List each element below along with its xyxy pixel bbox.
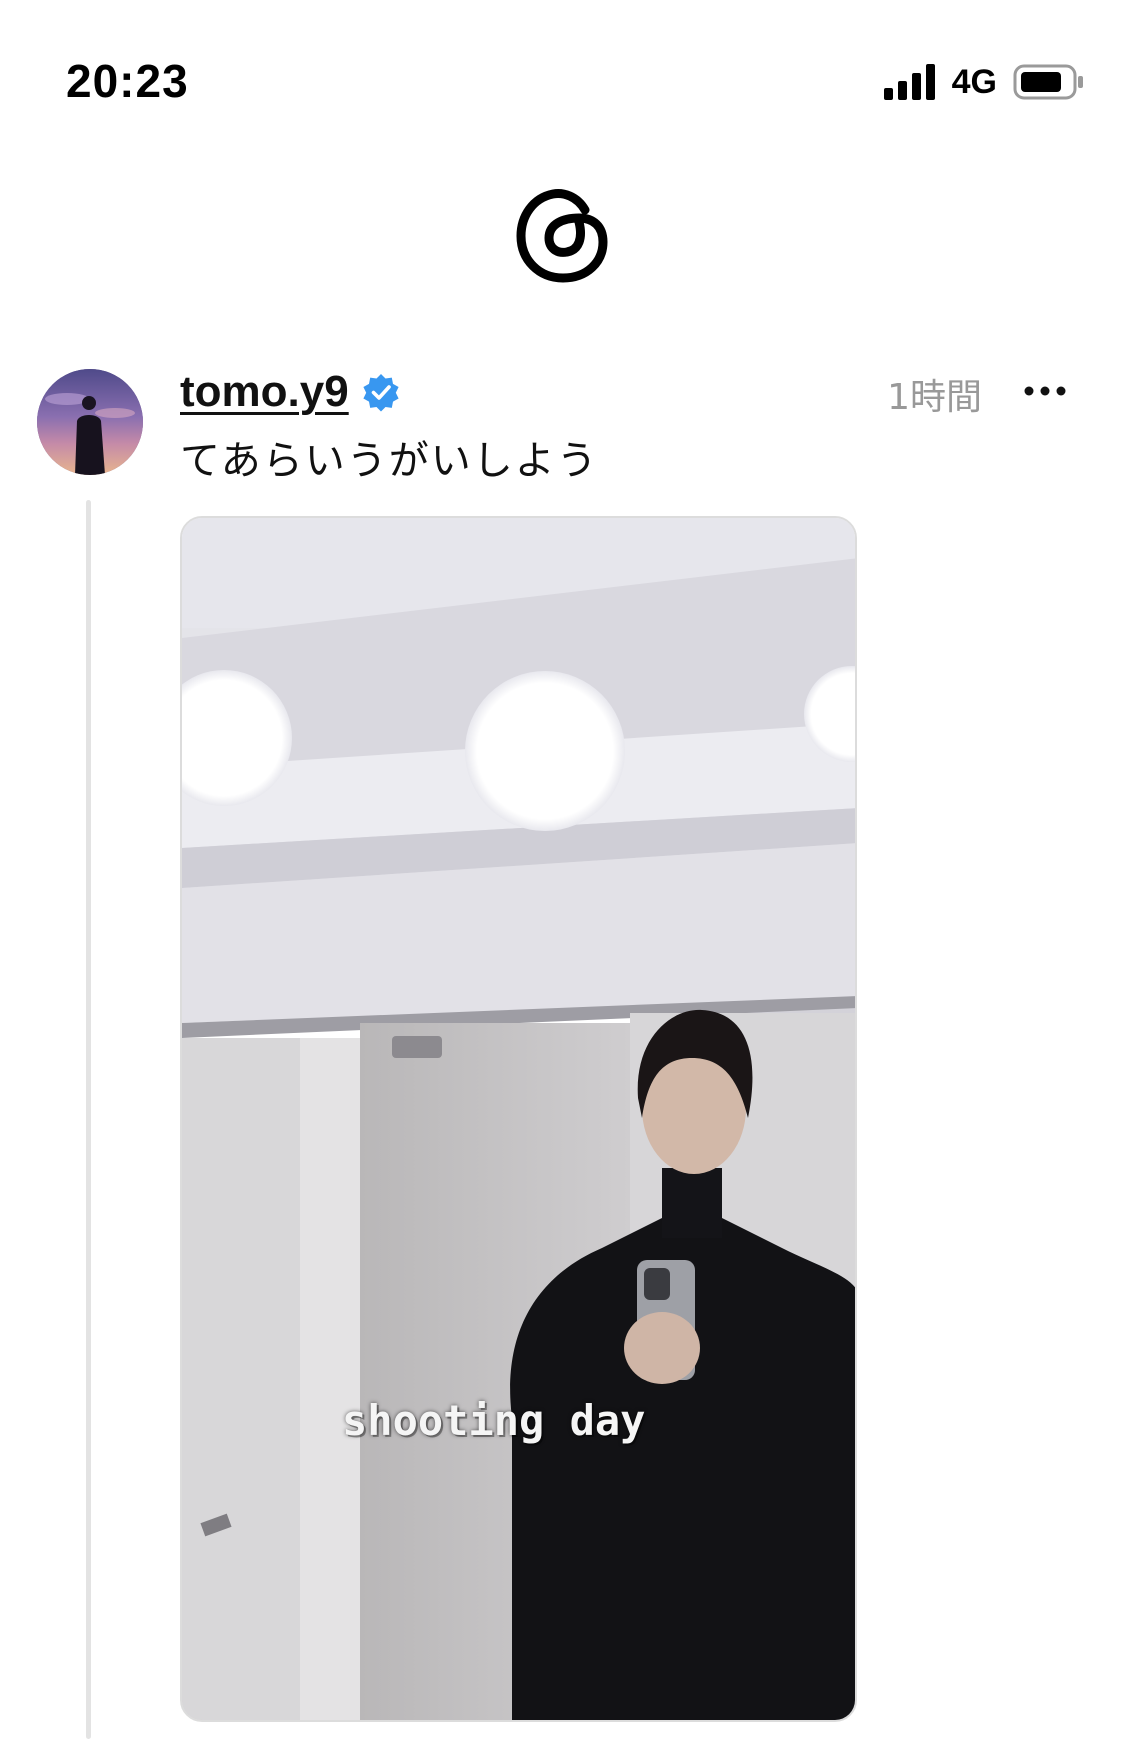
status-indicators: 4G xyxy=(883,62,1085,102)
signal-icon xyxy=(883,64,935,100)
status-time: 20:23 xyxy=(66,55,189,107)
more-options-icon[interactable] xyxy=(1023,380,1067,402)
media-caption: shooting day xyxy=(342,1396,646,1445)
post-header: tomo.y9 xyxy=(180,362,401,422)
post-image[interactable]: shooting day xyxy=(180,516,857,1722)
username-link[interactable]: tomo.y9 xyxy=(180,367,349,417)
avatar[interactable] xyxy=(37,369,143,475)
network-type-label: 4G xyxy=(951,63,997,101)
mirror-selfie-image xyxy=(182,518,855,1720)
verified-badge-icon xyxy=(363,374,399,412)
post-timestamp: 1時間 xyxy=(887,377,982,418)
post-text: てあらいうがいしよう xyxy=(180,438,599,484)
threads-logo-icon[interactable] xyxy=(513,182,611,286)
battery-icon xyxy=(1013,64,1083,100)
thread-line xyxy=(86,500,91,1739)
status-bar: 20:23 4G xyxy=(0,0,1125,150)
avatar-image xyxy=(37,369,143,475)
